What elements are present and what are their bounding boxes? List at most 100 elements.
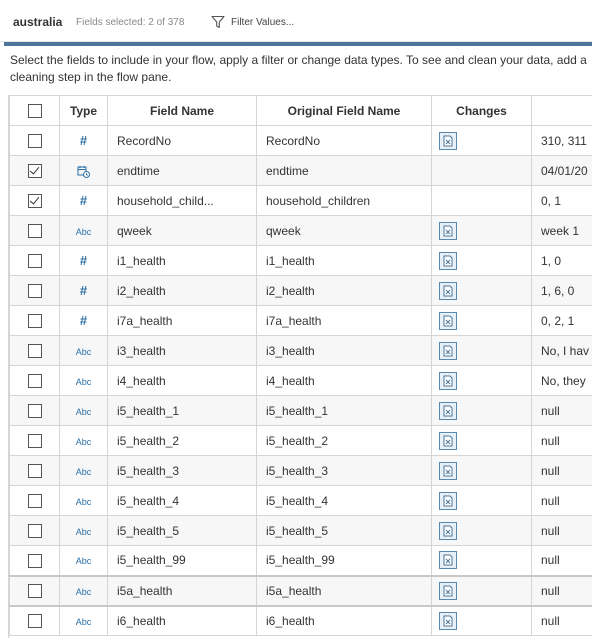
change-icon[interactable] [439, 551, 457, 570]
filter-values-button[interactable]: Filter Values... [211, 13, 294, 31]
field-checkbox[interactable] [27, 313, 42, 328]
changes-cell [431, 485, 532, 516]
field-name-cell[interactable]: i2_health [107, 275, 257, 306]
field-name-cell[interactable]: i5a_health [107, 574, 257, 607]
table-row[interactable]: # household_child... household_children 0, … [9, 185, 592, 216]
field-checkbox[interactable] [27, 493, 42, 508]
field-name-header[interactable]: Field Name [107, 95, 257, 126]
field-name-cell[interactable]: i3_health [107, 335, 257, 366]
field-checkbox[interactable] [27, 223, 42, 238]
table-row[interactable]: # i2_health i2_health 1, 6, 0 [9, 275, 592, 306]
string-type-icon[interactable]: Abc [76, 227, 92, 237]
field-checkbox[interactable] [27, 553, 42, 568]
field-checkbox[interactable] [27, 373, 42, 388]
table-row[interactable]: Abc i5_health_4 i5_health_4 null [9, 485, 592, 516]
change-icon[interactable] [439, 401, 457, 420]
field-name-cell[interactable]: i5_health_3 [107, 455, 257, 486]
field-name-cell[interactable]: i5_health_99 [107, 545, 257, 576]
field-name-cell[interactable]: qweek [107, 215, 257, 246]
changes-cell [431, 365, 532, 396]
table-row[interactable]: # i7a_health i7a_health 0, 2, 1 [9, 305, 592, 336]
changes-cell [431, 215, 532, 246]
field-name-cell[interactable]: i4_health [107, 365, 257, 396]
field-name-cell[interactable]: i5_health_2 [107, 425, 257, 456]
table-row[interactable]: endtime endtime 04/01/20 [9, 155, 592, 186]
row-checkbox-cell [9, 305, 60, 336]
table-row[interactable]: Abc i4_health i4_health No, they [9, 365, 592, 396]
table-row[interactable]: Abc i6_health i6_health null [9, 605, 592, 636]
change-icon[interactable] [439, 251, 457, 270]
table-row[interactable]: Abc i5_health_3 i5_health_3 null [9, 455, 592, 486]
fields-grid: Type Field Name Original Field Name Chan… [8, 95, 592, 638]
field-name-cell[interactable]: RecordNo [107, 125, 257, 156]
original-field-name-cell: i2_health [256, 275, 432, 306]
field-name-cell[interactable]: i5_health_4 [107, 485, 257, 516]
field-checkbox[interactable] [27, 133, 42, 148]
number-type-icon[interactable]: # [80, 313, 87, 328]
field-name-cell[interactable]: i7a_health [107, 305, 257, 336]
table-row[interactable]: Abc i5a_health i5a_health null [9, 574, 592, 607]
table-row[interactable]: Abc i5_health_2 i5_health_2 null [9, 425, 592, 456]
field-checkbox[interactable] [27, 403, 42, 418]
field-checkbox[interactable] [27, 283, 42, 298]
field-name-cell[interactable]: household_child... [107, 185, 257, 216]
field-checkbox[interactable] [27, 193, 42, 208]
table-row[interactable]: Abc i3_health i3_health No, I hav [9, 335, 592, 366]
change-icon[interactable] [439, 521, 457, 540]
number-type-icon[interactable]: # [80, 193, 87, 208]
field-checkbox[interactable] [27, 523, 42, 538]
change-icon[interactable] [439, 611, 457, 630]
change-icon[interactable] [439, 341, 457, 360]
table-row[interactable]: # i1_health i1_health 1, 0 [9, 245, 592, 276]
string-type-icon[interactable]: Abc [76, 437, 92, 447]
string-type-icon[interactable]: Abc [76, 377, 92, 387]
table-row[interactable]: Abc i5_health_1 i5_health_1 null [9, 395, 592, 426]
change-icon[interactable] [439, 491, 457, 510]
field-checkbox[interactable] [27, 614, 42, 629]
field-name-cell[interactable]: endtime [107, 155, 257, 186]
table-row[interactable]: Abc i5_health_99 i5_health_99 null [9, 545, 592, 576]
string-type-icon[interactable]: Abc [76, 467, 92, 477]
change-icon[interactable] [439, 461, 457, 480]
field-checkbox[interactable] [27, 463, 42, 478]
table-row[interactable]: Abc i5_health_5 i5_health_5 null [9, 515, 592, 546]
select-all-checkbox[interactable] [27, 103, 42, 118]
string-type-icon[interactable]: Abc [76, 527, 92, 537]
field-checkbox[interactable] [27, 343, 42, 358]
change-icon[interactable] [439, 281, 457, 300]
field-name-cell[interactable]: i6_health [107, 605, 257, 636]
fields-selected-count: Fields selected: 2 of 378 [76, 17, 185, 28]
string-type-icon[interactable]: Abc [76, 347, 92, 357]
string-type-icon[interactable]: Abc [76, 407, 92, 417]
string-type-icon[interactable]: Abc [76, 617, 92, 627]
changes-cell [431, 185, 532, 216]
change-icon[interactable] [439, 431, 457, 450]
number-type-icon[interactable]: # [80, 133, 87, 148]
table-row[interactable]: Abc qweek qweek week 1 [9, 215, 592, 246]
string-type-icon[interactable]: Abc [76, 587, 92, 597]
change-icon[interactable] [439, 131, 457, 150]
row-checkbox-cell [9, 365, 60, 396]
row-checkbox-cell [9, 574, 60, 607]
changes-cell [431, 245, 532, 276]
number-type-icon[interactable]: # [80, 253, 87, 268]
change-icon[interactable] [439, 581, 457, 600]
field-checkbox[interactable] [27, 433, 42, 448]
field-checkbox[interactable] [27, 253, 42, 268]
original-field-name-header[interactable]: Original Field Name [256, 95, 432, 126]
field-name-cell[interactable]: i5_health_1 [107, 395, 257, 426]
number-type-icon[interactable]: # [80, 283, 87, 298]
change-icon[interactable] [439, 371, 457, 390]
field-checkbox[interactable] [27, 583, 42, 598]
change-icon[interactable] [439, 311, 457, 330]
changes-header[interactable]: Changes [431, 95, 532, 126]
field-name-cell[interactable]: i5_health_5 [107, 515, 257, 546]
string-type-icon[interactable]: Abc [76, 556, 92, 566]
datetime-type-icon[interactable] [77, 163, 90, 178]
change-icon[interactable] [439, 221, 457, 240]
string-type-icon[interactable]: Abc [76, 497, 92, 507]
type-header[interactable]: Type [59, 95, 108, 126]
field-checkbox[interactable] [27, 163, 42, 178]
field-name-cell[interactable]: i1_health [107, 245, 257, 276]
table-row[interactable]: # RecordNo RecordNo 310, 311 [9, 125, 592, 156]
